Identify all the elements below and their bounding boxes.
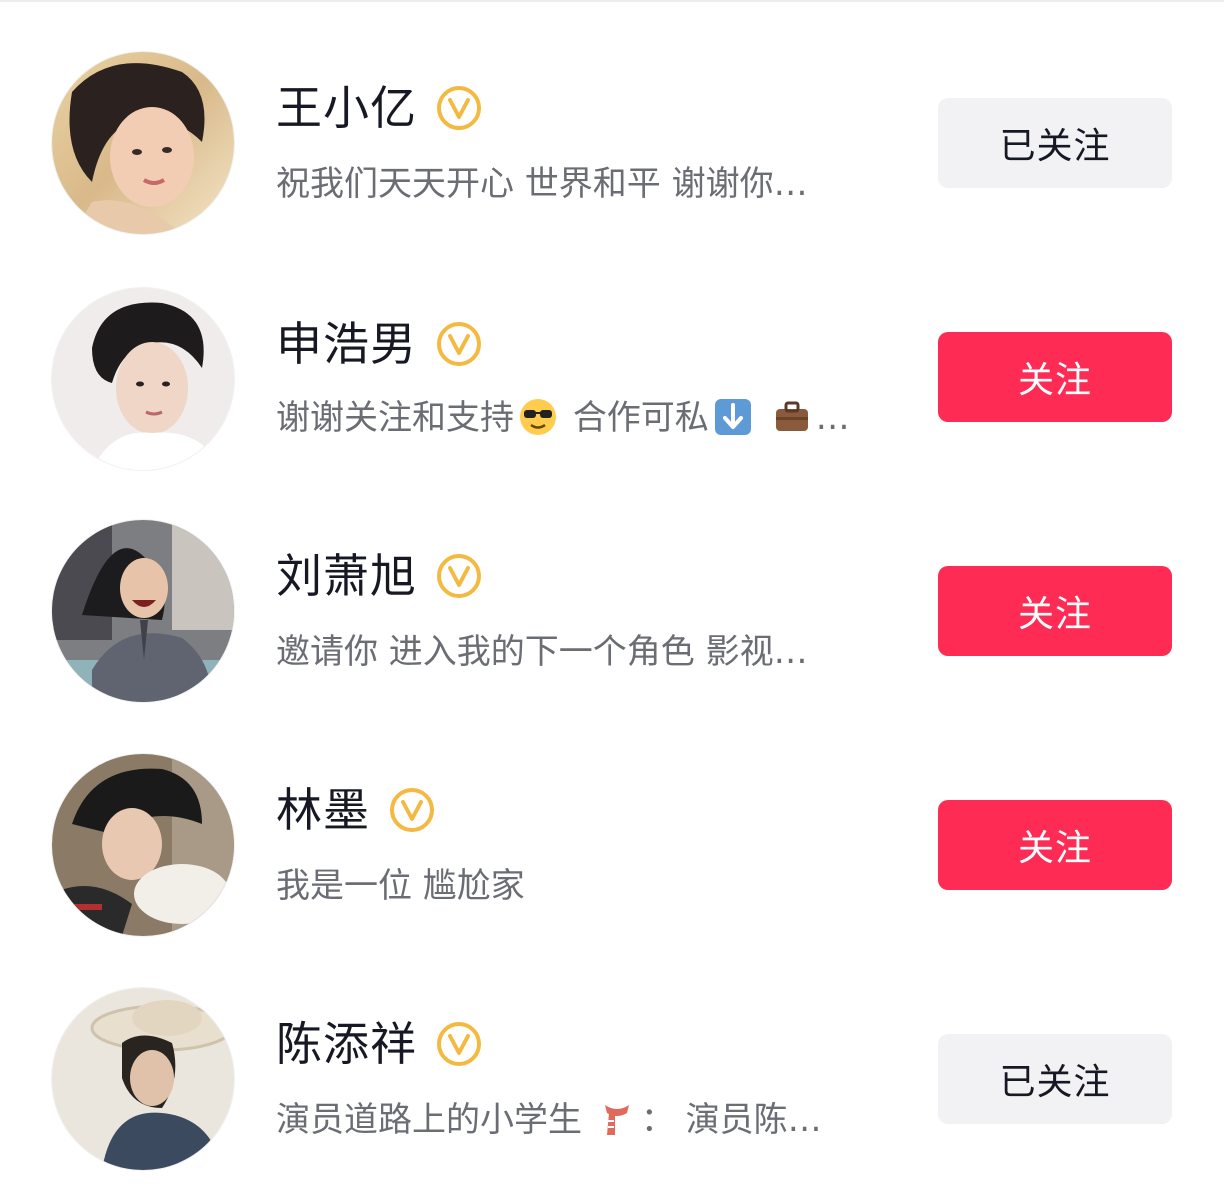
bio-text: 合作可私 <box>572 398 709 438</box>
user-name: 陈添祥 <box>276 1017 417 1071</box>
user-name: 林墨 <box>276 783 370 837</box>
down-arrow-emoji-icon <box>713 397 753 437</box>
follow-button[interactable]: 关注 <box>938 332 1172 422</box>
following-button[interactable]: 已关注 <box>938 98 1172 188</box>
following-button[interactable]: 已关注 <box>938 1034 1172 1124</box>
avatar[interactable] <box>52 288 234 470</box>
name-line: 申浩男 <box>276 314 483 374</box>
user-bio: 演员道路上的小学生 ： 演员陈… <box>276 1096 822 1144</box>
bio-text: 演员道路上的小学生 <box>276 1100 582 1140</box>
verified-badge-icon <box>435 84 483 132</box>
avatar[interactable] <box>52 52 234 234</box>
name-line: 刘萧旭 <box>276 546 483 606</box>
top-divider <box>0 0 1224 2</box>
user-bio: 我是一位 尴尬家 <box>276 866 525 906</box>
user-bio: 邀请你 进入我的下一个角色 影视… <box>276 632 808 672</box>
verified-badge-icon <box>435 552 483 600</box>
name-line: 王小亿 <box>276 78 483 138</box>
verified-badge-icon <box>435 1020 483 1068</box>
user-name: 刘萧旭 <box>276 549 417 603</box>
user-row[interactable]: 陈添祥 演员道路上的小学生 ： 演员陈… 已关注 <box>0 962 1224 1196</box>
bio-text: … <box>815 398 850 438</box>
bio-text: 谢谢关注和支持 <box>276 398 514 438</box>
name-line: 林墨 <box>276 780 436 840</box>
bio-text: ： 演员陈… <box>640 1100 822 1140</box>
follow-button[interactable]: 关注 <box>938 800 1172 890</box>
user-row[interactable]: 王小亿 祝我们天天开心 世界和平 谢谢你… 已关注 <box>0 26 1224 260</box>
name-line: 陈添祥 <box>276 1014 483 1074</box>
user-row[interactable]: 林墨 我是一位 尴尬家 关注 <box>0 728 1224 962</box>
avatar[interactable] <box>52 988 234 1170</box>
user-name: 王小亿 <box>276 81 417 135</box>
avatar[interactable] <box>52 754 234 936</box>
briefcase-emoji-icon <box>772 397 812 437</box>
sunglasses-emoji-icon <box>518 397 558 437</box>
user-row[interactable]: 申浩男 谢谢关注和支持 合作可私 … 关注 <box>0 260 1224 494</box>
scarf-emoji-icon <box>597 1099 637 1139</box>
user-name: 申浩男 <box>276 317 417 371</box>
avatar[interactable] <box>52 520 234 702</box>
user-row[interactable]: 刘萧旭 邀请你 进入我的下一个角色 影视… 关注 <box>0 494 1224 728</box>
user-bio: 谢谢关注和支持 合作可私 … <box>276 394 850 442</box>
verified-badge-icon <box>435 320 483 368</box>
follow-button[interactable]: 关注 <box>938 566 1172 656</box>
user-bio: 祝我们天天开心 世界和平 谢谢你… <box>276 164 808 204</box>
verified-badge-icon <box>388 786 436 834</box>
